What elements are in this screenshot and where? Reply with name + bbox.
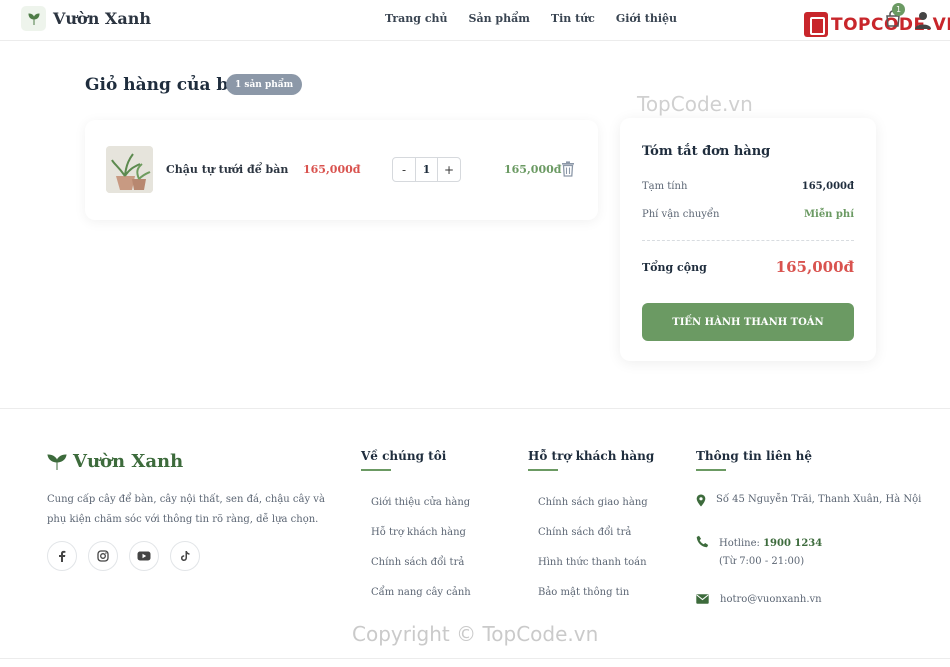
footer-support-title: Hỗ trợ khách hàng xyxy=(528,449,655,463)
facebook-icon[interactable] xyxy=(47,541,77,571)
nav-home[interactable]: Trang chủ xyxy=(385,12,448,25)
footer-link[interactable]: Bảo mật thông tin xyxy=(538,587,629,598)
summary-divider xyxy=(642,240,854,241)
total-value: 165,000đ xyxy=(775,258,854,276)
social-links xyxy=(47,541,200,571)
footer-description: Cung cấp cây để bàn, cây nội thất, sen đ… xyxy=(47,494,325,525)
quantity-input[interactable]: 1 xyxy=(415,158,438,181)
phone-icon xyxy=(696,535,709,548)
nav-about[interactable]: Giới thiệu xyxy=(616,12,677,25)
leaf-icon xyxy=(47,453,67,470)
footer-link[interactable]: Hình thức thanh toán xyxy=(538,557,647,568)
title-underline xyxy=(528,469,558,471)
shipping-row: Phí vận chuyển Miễn phí xyxy=(642,209,854,220)
subtotal-value: 165,000đ xyxy=(801,181,854,192)
footer-link[interactable]: Chính sách giao hàng xyxy=(538,497,648,508)
subtotal-label: Tạm tính xyxy=(642,181,688,192)
shipping-value: Miễn phí xyxy=(803,209,854,220)
increase-quantity-button[interactable]: + xyxy=(438,158,460,181)
contact-address-text: Số 45 Nguyễn Trãi, Thanh Xuân, Hà Nội xyxy=(716,494,922,505)
product-thumbnail[interactable] xyxy=(106,146,153,193)
checkout-button[interactable]: TIẾN HÀNH THANH TOÁN xyxy=(642,303,854,341)
footer-logo[interactable]: Vườn Xanh xyxy=(47,451,183,472)
logo[interactable]: Vườn Xanh xyxy=(21,6,151,31)
product-price: 165,000đ xyxy=(303,163,361,176)
footer-contact-column: Thông tin liên hệ Số 45 Nguyễn Trãi, Tha… xyxy=(696,449,926,605)
title-underline xyxy=(361,469,391,471)
decrease-quantity-button[interactable]: - xyxy=(393,158,415,181)
cart-item-card: Chậu tự tưới để bàn 165,000đ - 1 + 165,0… xyxy=(85,120,598,220)
cart-count-badge: 1 xyxy=(892,3,905,16)
contact-email: hotro@vuonxanh.vn xyxy=(696,594,822,605)
user-icon[interactable] xyxy=(913,10,933,30)
mail-icon xyxy=(696,594,709,604)
item-count-badge: 1 sản phẩm xyxy=(226,74,303,95)
contact-address: Số 45 Nguyễn Trãi, Thanh Xuân, Hà Nội xyxy=(696,494,921,507)
item-total-price: 165,000đ xyxy=(504,163,562,176)
subtotal-row: Tạm tính 165,000đ xyxy=(642,181,854,192)
hotline-label: Hotline: xyxy=(719,538,760,549)
footer-about-column: Về chúng tôi Giới thiệu cửa hàng Hỗ trợ … xyxy=(361,449,471,598)
total-label: Tổng cộng xyxy=(642,260,707,274)
brand-name: Vườn Xanh xyxy=(53,9,151,28)
footer-brand-name: Vườn Xanh xyxy=(73,451,184,472)
tiktok-icon[interactable] xyxy=(170,541,200,571)
hotline-hours: (Từ 7:00 - 21:00) xyxy=(719,556,805,567)
footer-link[interactable]: Chính sách đổi trả xyxy=(538,527,631,538)
footer-bottom-divider xyxy=(0,658,950,659)
footer-link[interactable]: Giới thiệu cửa hàng xyxy=(371,497,470,508)
footer-link[interactable]: Chính sách đổi trả xyxy=(371,557,464,568)
product-name[interactable]: Chậu tự tưới để bàn xyxy=(166,163,288,176)
nav-products[interactable]: Sản phẩm xyxy=(469,12,530,25)
watermark-bottom: Copyright © TopCode.vn xyxy=(352,622,599,646)
main-nav: Trang chủ Sản phẩm Tin tức Giới thiệu xyxy=(385,12,677,25)
instagram-icon[interactable] xyxy=(88,541,118,571)
order-summary-card: Tóm tắt đơn hàng Tạm tính 165,000đ Phí v… xyxy=(620,118,876,361)
hotline-number[interactable]: 1900 1234 xyxy=(763,538,822,549)
footer-about-title: Về chúng tôi xyxy=(361,449,447,463)
contact-hotline: Hotline: 1900 1234 (Từ 7:00 - 21:00) xyxy=(696,535,822,571)
map-pin-icon xyxy=(696,494,706,507)
leaf-icon xyxy=(21,6,46,31)
footer-support-column: Hỗ trợ khách hàng Chính sách giao hàng C… xyxy=(528,449,655,598)
youtube-icon[interactable] xyxy=(129,541,159,571)
trash-icon[interactable] xyxy=(561,161,575,177)
watermark-top: TopCode.vn xyxy=(637,92,753,116)
summary-title: Tóm tắt đơn hàng xyxy=(642,144,771,159)
site-header: Vườn Xanh Trang chủ Sản phẩm Tin tức Giớ… xyxy=(0,0,950,41)
footer-link[interactable]: Hỗ trợ khách hàng xyxy=(371,527,466,538)
nav-news[interactable]: Tin tức xyxy=(551,12,595,25)
title-underline xyxy=(696,469,726,471)
topcode-logo-icon xyxy=(804,12,828,37)
shipping-label: Phí vận chuyển xyxy=(642,209,720,220)
quantity-stepper: - 1 + xyxy=(392,157,461,182)
footer-link[interactable]: Cẩm nang cây cảnh xyxy=(371,587,471,598)
total-row: Tổng cộng 165,000đ xyxy=(642,258,854,276)
contact-email-text[interactable]: hotro@vuonxanh.vn xyxy=(720,594,822,605)
footer-contact-title: Thông tin liên hệ xyxy=(696,449,812,463)
